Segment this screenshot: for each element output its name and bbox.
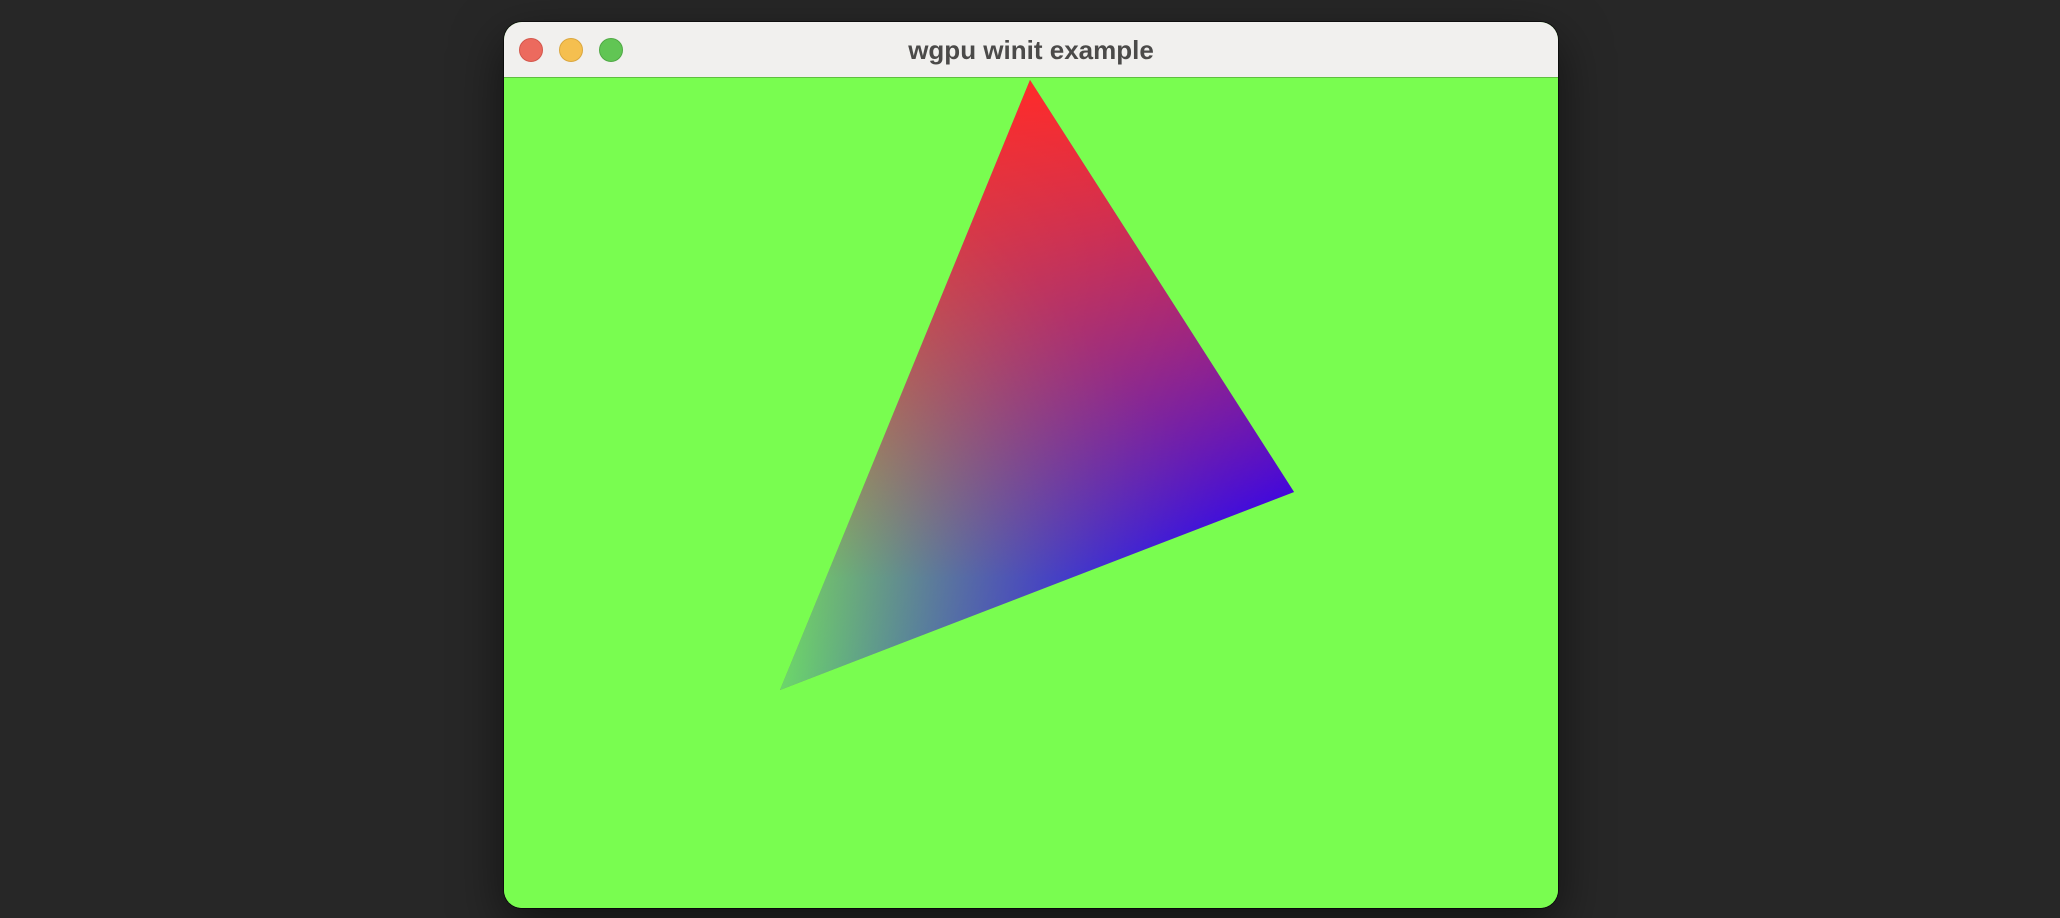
triangle-top-vertex	[780, 80, 1294, 690]
close-button[interactable]	[519, 38, 543, 62]
render-canvas[interactable]	[504, 78, 1558, 908]
maximize-button[interactable]	[599, 38, 623, 62]
minimize-button[interactable]	[559, 38, 583, 62]
app-window: wgpu winit example	[504, 22, 1558, 908]
title-bar[interactable]: wgpu winit example	[504, 22, 1558, 78]
rgb-triangle	[780, 80, 1294, 690]
triangle-scene	[780, 80, 1294, 690]
window-title: wgpu winit example	[908, 35, 1154, 65]
